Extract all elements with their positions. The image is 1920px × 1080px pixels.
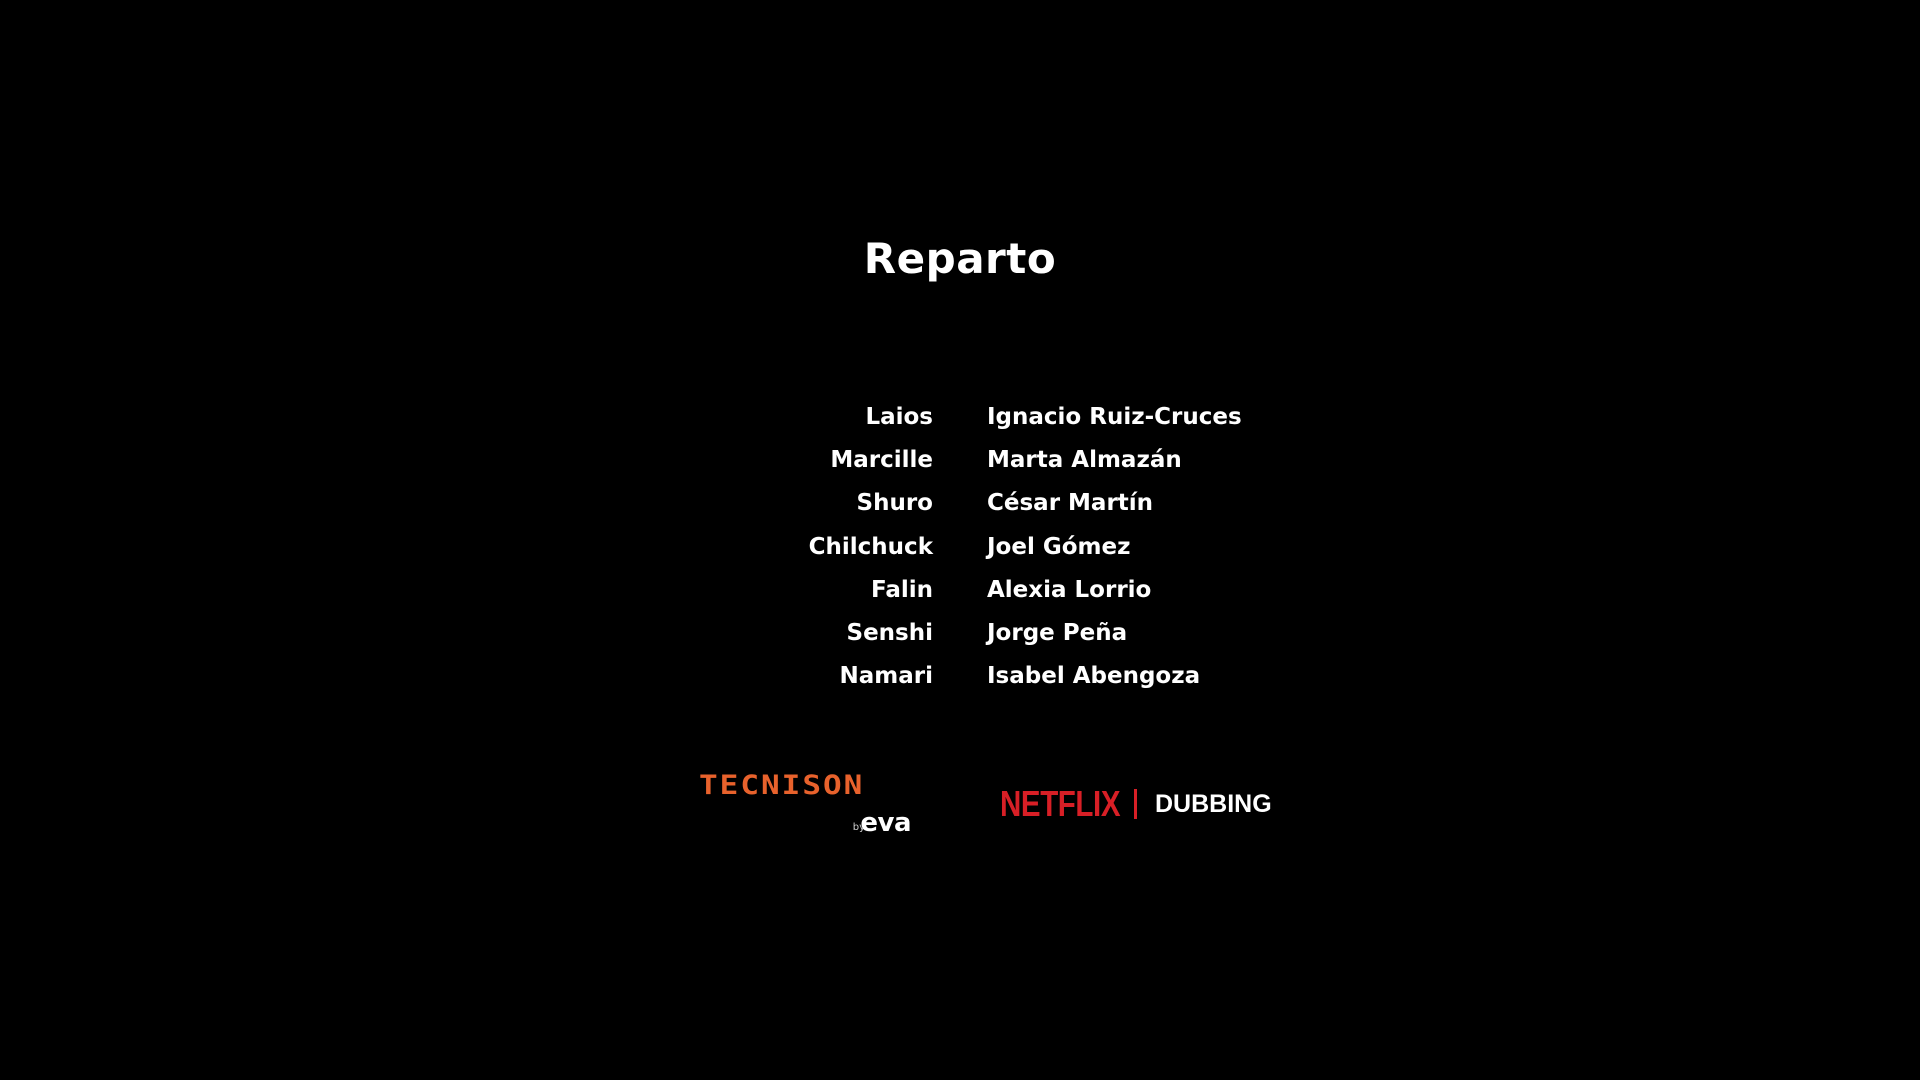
cast-actor: Joel Gómez <box>987 533 1131 560</box>
cast-role: Chilchuck <box>808 533 933 560</box>
cast-role: Senshi <box>846 619 934 646</box>
cast-role: Marcille <box>830 447 933 474</box>
cast-actor: Alexia Lorrio <box>987 576 1152 603</box>
netflix-wordmark: NETFLIX <box>1000 783 1121 824</box>
tecnison-wordmark: TECNISON <box>699 770 865 801</box>
logo-divider <box>1134 789 1137 819</box>
cast-role: Laios <box>865 404 933 430</box>
cast-list: Laios Ignacio Ruiz-Cruces Marcille Marta… <box>0 396 1920 698</box>
cast-role: Falin <box>870 576 933 603</box>
cast-actor: Ignacio Ruiz-Cruces <box>987 404 1242 430</box>
logos-row: TECNISON by eva NETFLIX DUBBING <box>0 770 1920 840</box>
cast-actor: Jorge Peña <box>987 619 1128 646</box>
cast-row: Laios Ignacio Ruiz-Cruces <box>0 396 1920 439</box>
cast-row: Chilchuck Joel Gómez <box>0 526 1920 569</box>
cast-role: Shuro <box>856 490 933 517</box>
dubbing-label: DUBBING <box>1155 790 1272 818</box>
cast-row: Marcille Marta Almazán <box>0 439 1920 482</box>
cast-row: Shuro César Martín <box>0 482 1920 525</box>
cast-actor: Isabel Abengoza <box>987 663 1201 690</box>
cast-row: Namari Isabel Abengoza <box>0 655 1920 698</box>
tecnison-logo: TECNISON by eva <box>699 770 911 840</box>
credits-title: Reparto <box>863 234 1057 283</box>
cast-row: Falin Alexia Lorrio <box>0 569 1920 612</box>
cast-row: Senshi Jorge Peña <box>0 612 1920 655</box>
cast-actor: César Martín <box>987 490 1154 517</box>
eva-wordmark: eva <box>860 808 911 838</box>
cast-role: Namari <box>839 663 933 690</box>
cast-actor: Marta Almazán <box>987 447 1182 474</box>
